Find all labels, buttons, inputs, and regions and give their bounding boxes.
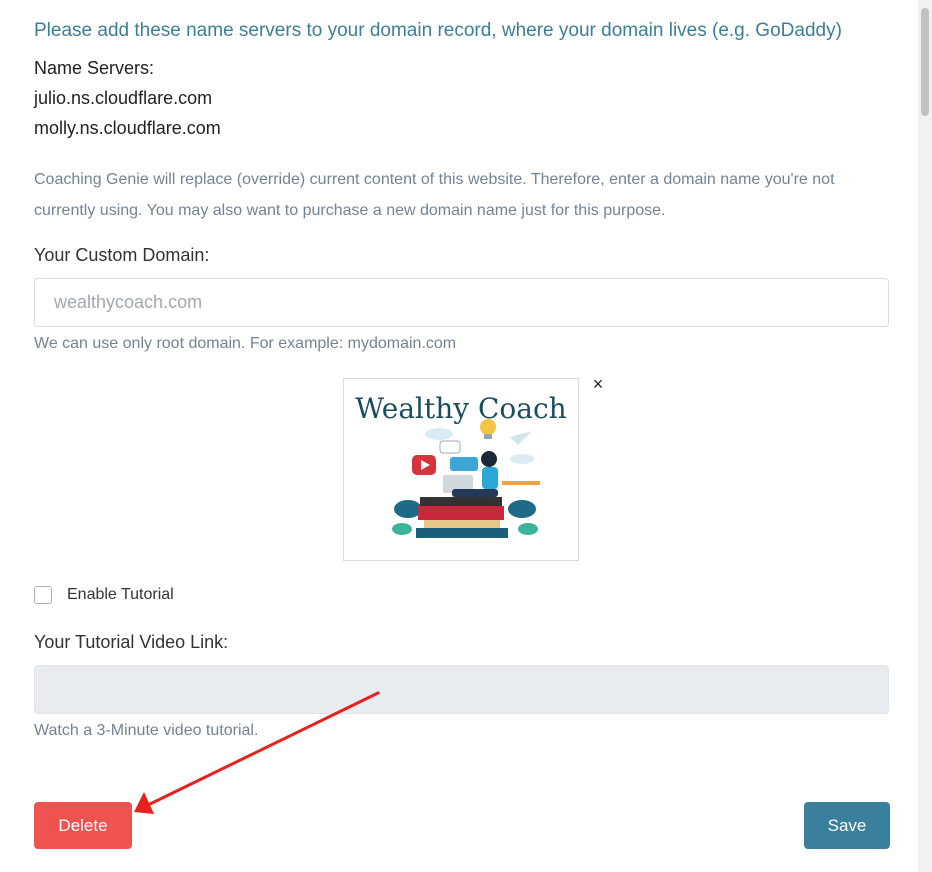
- nameserver-item: julio.ns.cloudflare.com: [34, 88, 213, 108]
- logo-preview: Wealthy Coach: [343, 378, 579, 561]
- enable-tutorial-checkbox[interactable]: [34, 586, 52, 604]
- save-button[interactable]: Save: [804, 802, 890, 849]
- nameserver-item: molly.ns.cloudflare.com: [34, 118, 221, 138]
- logo-title: Wealthy Coach: [355, 392, 566, 425]
- tutorial-video-help: Watch a 3-Minute video tutorial.: [34, 722, 259, 739]
- nameserver-instruction: Please add these name servers to your do…: [34, 20, 842, 41]
- override-notice: Coaching Genie will replace (override) c…: [34, 171, 835, 219]
- custom-domain-input[interactable]: [34, 278, 889, 327]
- delete-button[interactable]: Delete: [34, 802, 132, 849]
- tutorial-video-input: [34, 665, 889, 714]
- remove-logo-close-icon[interactable]: ×: [589, 373, 607, 395]
- tutorial-video-label: Your Tutorial Video Link:: [34, 632, 229, 652]
- nameservers-label: Name Servers:: [34, 58, 155, 78]
- page-scrollbar[interactable]: [918, 0, 932, 872]
- logo-image: Wealthy Coach: [355, 392, 567, 538]
- custom-domain-help: We can use only root domain. For example…: [34, 335, 457, 352]
- scrollbar-thumb[interactable]: [921, 8, 929, 116]
- enable-tutorial-label[interactable]: Enable Tutorial: [67, 586, 174, 604]
- custom-domain-label: Your Custom Domain:: [34, 245, 210, 265]
